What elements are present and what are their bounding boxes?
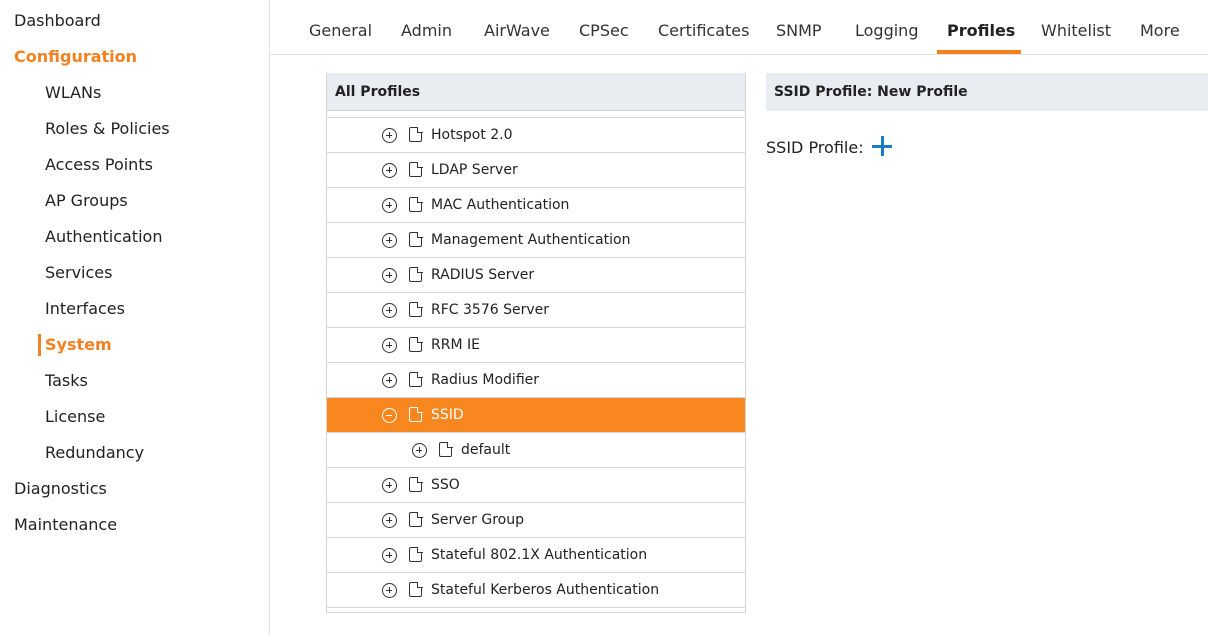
profile-row-hotspot[interactable]: Hotspot 2.0 xyxy=(327,118,745,153)
collapse-icon[interactable] xyxy=(382,408,397,423)
nav-license[interactable]: License xyxy=(45,407,105,427)
profile-row-label: Server Group xyxy=(431,512,524,528)
profile-row-radius-server[interactable]: RADIUS Server xyxy=(327,258,745,293)
active-tab-underline xyxy=(937,50,1021,54)
profile-row-sso[interactable]: SSO xyxy=(327,468,745,503)
tab-snmp[interactable]: SNMP xyxy=(776,21,822,41)
tab-profiles[interactable]: Profiles xyxy=(947,21,1015,41)
tab-general[interactable]: General xyxy=(309,21,372,41)
document-icon xyxy=(409,196,423,212)
tab-admin[interactable]: Admin xyxy=(401,21,452,41)
nav-wlans[interactable]: WLANs xyxy=(45,83,101,103)
profile-row-label: Management Authentication xyxy=(431,232,631,248)
profile-row-label: Stateful 802.1X Authentication xyxy=(431,547,648,563)
document-icon xyxy=(409,301,423,317)
profile-row-label: RADIUS Server xyxy=(431,267,535,283)
nav-configuration[interactable]: Configuration xyxy=(14,47,137,67)
document-icon xyxy=(409,371,423,387)
nav-diagnostics[interactable]: Diagnostics xyxy=(14,479,107,499)
tab-logging[interactable]: Logging xyxy=(855,21,918,41)
expand-icon[interactable] xyxy=(382,583,397,598)
profile-row-rfc3576[interactable]: RFC 3576 Server xyxy=(327,293,745,328)
nav-maintenance[interactable]: Maintenance xyxy=(14,515,117,535)
expand-icon[interactable] xyxy=(382,303,397,318)
expand-icon[interactable] xyxy=(382,268,397,283)
expand-icon[interactable] xyxy=(382,128,397,143)
document-icon xyxy=(409,476,423,492)
document-icon xyxy=(409,266,423,282)
profile-row-rrm-ie[interactable]: RRM IE xyxy=(327,328,745,363)
expand-icon[interactable] xyxy=(382,548,397,563)
profile-row-label: LDAP Server xyxy=(431,162,518,178)
expand-icon[interactable] xyxy=(382,163,397,178)
ssid-profile-label: SSID Profile: xyxy=(766,138,864,157)
expand-icon[interactable] xyxy=(382,373,397,388)
document-icon xyxy=(409,126,423,142)
nav-ap-groups[interactable]: AP Groups xyxy=(45,191,128,211)
profile-row-label: default xyxy=(461,442,511,458)
nav-authentication[interactable]: Authentication xyxy=(45,227,162,247)
profile-row-mgmt-auth[interactable]: Management Authentication xyxy=(327,223,745,258)
profile-row-ssid-default[interactable]: default xyxy=(327,433,745,468)
expand-icon[interactable] xyxy=(382,233,397,248)
tab-certificates[interactable]: Certificates xyxy=(658,21,749,41)
profile-row-ssid[interactable]: SSID xyxy=(327,398,745,433)
profile-row-label: RRM IE xyxy=(431,337,480,353)
document-icon xyxy=(409,161,423,177)
nav-roles-policies[interactable]: Roles & Policies xyxy=(45,119,170,139)
profile-row-server-group[interactable]: Server Group xyxy=(327,503,745,538)
profile-row-mac-auth[interactable]: MAC Authentication xyxy=(327,188,745,223)
expand-icon[interactable] xyxy=(382,478,397,493)
profile-row-label: Stateful Kerberos Authentication xyxy=(431,582,660,598)
tab-whitelist[interactable]: Whitelist xyxy=(1041,21,1111,41)
document-icon xyxy=(409,546,423,562)
nav-system[interactable]: System xyxy=(45,335,112,355)
profile-row-stateful-8021x[interactable]: Stateful 802.1X Authentication xyxy=(327,538,745,573)
active-indicator xyxy=(38,334,41,356)
nav-access-points[interactable]: Access Points xyxy=(45,155,153,175)
document-icon xyxy=(409,231,423,247)
profile-row-label: SSO xyxy=(431,477,460,493)
profile-row-ldap[interactable]: LDAP Server xyxy=(327,153,745,188)
expand-icon[interactable] xyxy=(382,198,397,213)
tab-airwave[interactable]: AirWave xyxy=(484,21,550,41)
expand-icon[interactable] xyxy=(382,513,397,528)
nav-tasks[interactable]: Tasks xyxy=(45,371,88,391)
nav-redundancy[interactable]: Redundancy xyxy=(45,443,144,463)
all-profiles-panel: All Profiles Hotspot 2.0 LDAP Server MAC… xyxy=(326,73,746,613)
profile-row-label: MAC Authentication xyxy=(431,197,570,213)
expand-icon[interactable] xyxy=(382,338,397,353)
document-icon xyxy=(409,336,423,352)
detail-header: SSID Profile: New Profile xyxy=(766,73,1208,111)
document-icon xyxy=(439,441,453,457)
profile-row-label: Radius Modifier xyxy=(431,372,540,388)
profile-detail-panel: SSID Profile: New Profile SSID Profile: xyxy=(766,73,1208,157)
all-profiles-header: All Profiles xyxy=(327,73,745,111)
document-icon xyxy=(409,406,423,422)
top-tabs: General Admin AirWave CPSec Certificates… xyxy=(270,0,1208,55)
profile-tree: Hotspot 2.0 LDAP Server MAC Authenticati… xyxy=(327,117,745,612)
add-profile-plus-icon[interactable] xyxy=(872,136,892,156)
expand-icon[interactable] xyxy=(412,443,427,458)
profile-row-stateful-kerberos[interactable]: Stateful Kerberos Authentication xyxy=(327,573,745,608)
nav-services[interactable]: Services xyxy=(45,263,112,283)
tab-more[interactable]: More xyxy=(1140,21,1180,41)
profile-row-label: Hotspot 2.0 xyxy=(431,127,513,143)
profile-row-label: RFC 3576 Server xyxy=(431,302,549,318)
document-icon xyxy=(409,511,423,527)
tab-cpsec[interactable]: CPSec xyxy=(579,21,629,41)
profile-row-radius-modifier[interactable]: Radius Modifier xyxy=(327,363,745,398)
document-icon xyxy=(409,581,423,597)
nav-interfaces[interactable]: Interfaces xyxy=(45,299,125,319)
sidebar-nav: Dashboard Configuration WLANs Roles & Po… xyxy=(0,0,270,635)
profile-row-label: SSID xyxy=(431,407,464,423)
nav-dashboard[interactable]: Dashboard xyxy=(14,11,101,31)
